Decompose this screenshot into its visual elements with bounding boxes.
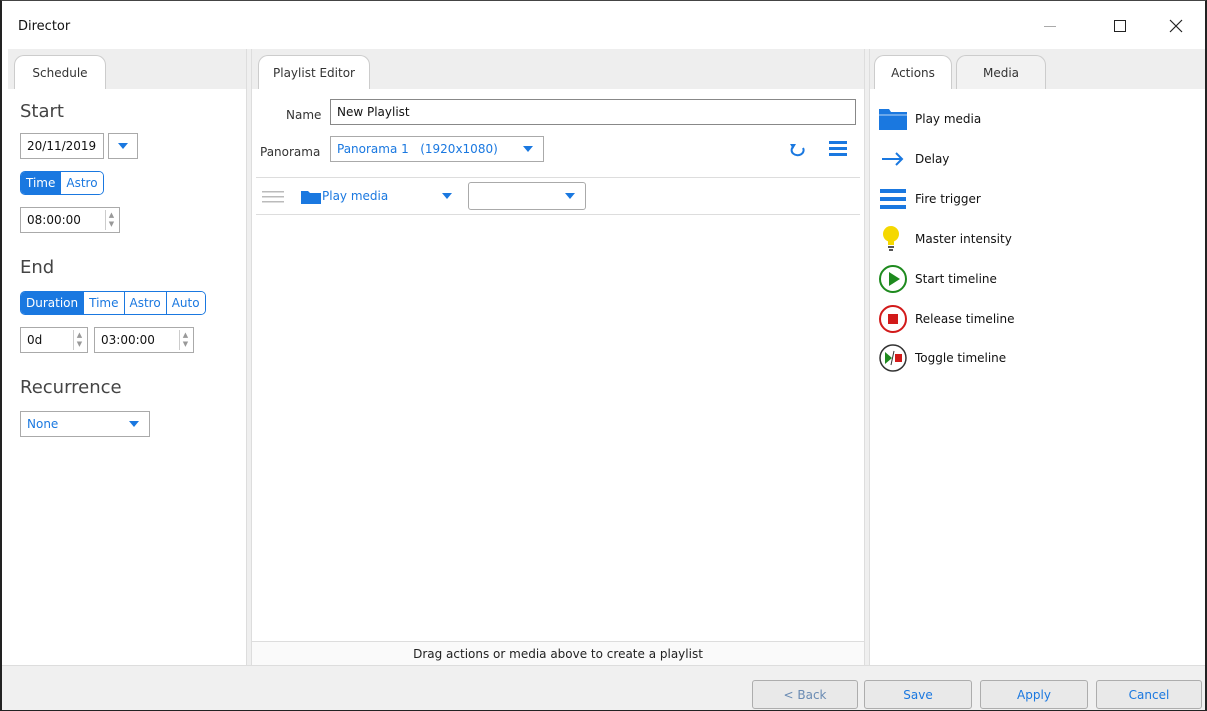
action-label: Release timeline xyxy=(915,312,1015,326)
action-fire-trigger[interactable]: Fire trigger xyxy=(878,183,981,215)
chevron-down-icon xyxy=(118,143,128,149)
start-mode-toggle: Time Astro xyxy=(20,171,104,195)
minimize-icon xyxy=(1044,26,1056,27)
action-label: Toggle timeline xyxy=(915,351,1007,365)
end-mode-duration[interactable]: Duration xyxy=(21,292,84,314)
action-master-intensity[interactable]: Master intensity xyxy=(878,223,1012,255)
dialog-footer: < Back Save Apply Cancel xyxy=(2,665,1205,710)
playlist-hint: Drag actions or media above to create a … xyxy=(413,646,703,661)
start-time-value: 08:00:00 xyxy=(27,213,81,227)
toggle-circle-icon xyxy=(878,343,908,373)
action-play-media[interactable]: Play media xyxy=(878,103,981,135)
play-circle-icon xyxy=(878,264,908,294)
start-mode-time[interactable]: Time xyxy=(21,172,61,194)
playlist-hint-bar: Drag actions or media above to create a … xyxy=(252,641,864,665)
folder-icon xyxy=(878,104,908,134)
end-mode-time[interactable]: Time xyxy=(83,292,124,314)
start-date-field[interactable]: 20/11/2019 xyxy=(20,133,104,159)
action-start-timeline[interactable]: Start timeline xyxy=(878,263,997,295)
action-label: Master intensity xyxy=(915,232,1012,246)
media-select[interactable] xyxy=(468,182,586,210)
chevron-down-icon xyxy=(565,193,575,199)
menu-button[interactable] xyxy=(828,139,850,159)
window-title: Director xyxy=(18,19,71,34)
tab-playlist-editor[interactable]: Playlist Editor xyxy=(258,55,370,89)
recurrence-heading: Recurrence xyxy=(20,377,122,398)
save-button[interactable]: Save xyxy=(864,680,972,709)
duration-days-field[interactable]: 0d ▲ ▼ xyxy=(20,327,88,353)
close-icon xyxy=(1169,19,1183,33)
start-time-field[interactable]: 08:00:00 ▲ ▼ xyxy=(20,207,120,233)
maximize-icon xyxy=(1114,20,1126,32)
splitter-right[interactable] xyxy=(864,49,870,665)
start-heading: Start xyxy=(20,101,64,122)
undo-button[interactable] xyxy=(788,141,810,159)
folder-icon xyxy=(301,191,321,204)
drag-handle-icon xyxy=(262,191,284,203)
tab-schedule[interactable]: Schedule xyxy=(14,55,106,89)
action-release-timeline[interactable]: Release timeline xyxy=(878,303,1014,335)
chevron-down-icon xyxy=(129,421,139,427)
action-label: Delay xyxy=(915,152,950,166)
duration-time-spinner[interactable]: ▲ ▼ xyxy=(179,330,191,350)
minimize-button[interactable] xyxy=(1030,11,1070,41)
actions-tabstrip: Actions Media xyxy=(870,49,1205,89)
schedule-panel: Start 20/11/2019 Time Astro 08:00:00 ▲ ▼ … xyxy=(8,89,246,665)
playlist-panel: Name New Playlist Panorama Panorama 1 (1… xyxy=(252,89,864,665)
duration-time-value: 03:00:00 xyxy=(101,333,155,347)
action-label: Play media xyxy=(915,112,982,126)
end-mode-toggle: Duration Time Astro Auto xyxy=(20,291,206,315)
hamburger-icon xyxy=(829,141,847,156)
panorama-select[interactable]: Panorama 1 (1920x1080) xyxy=(330,136,544,162)
start-mode-astro[interactable]: Astro xyxy=(60,172,103,194)
chevron-down-icon xyxy=(523,146,533,152)
start-time-spinner[interactable]: ▲ ▼ xyxy=(105,210,117,230)
tab-actions[interactable]: Actions xyxy=(874,55,952,89)
tab-media[interactable]: Media xyxy=(956,55,1046,89)
name-label: Name xyxy=(286,108,322,122)
playlist-name-input[interactable]: New Playlist xyxy=(330,99,856,125)
director-window: Director Schedule Start 20/11/2019 Time … xyxy=(0,0,1207,711)
action-label: Start timeline xyxy=(915,272,997,286)
end-heading: End xyxy=(20,257,55,278)
duration-days-value: 0d xyxy=(27,333,43,347)
recurrence-value: None xyxy=(27,417,59,431)
title-bar: Director xyxy=(2,1,1205,49)
arrow-right-icon xyxy=(878,144,908,174)
panorama-label: Panorama xyxy=(260,145,321,159)
start-date-dropdown[interactable] xyxy=(108,133,138,159)
end-mode-astro[interactable]: Astro xyxy=(123,292,166,314)
action-label: Fire trigger xyxy=(915,192,981,206)
action-delay[interactable]: Delay xyxy=(878,143,949,175)
action-dropdown-icon[interactable] xyxy=(442,193,452,199)
playlist-item-action: Play media xyxy=(322,189,389,203)
close-button[interactable] xyxy=(1156,11,1196,41)
stop-circle-icon xyxy=(878,304,908,334)
recurrence-select[interactable]: None xyxy=(20,411,150,437)
playlist-item[interactable]: Play media xyxy=(256,177,860,215)
lightbulb-icon xyxy=(878,224,908,254)
panorama-value: Panorama 1 (1920x1080) xyxy=(337,142,498,156)
apply-button[interactable]: Apply xyxy=(980,680,1088,709)
duration-time-field[interactable]: 03:00:00 ▲ ▼ xyxy=(94,327,194,353)
trigger-bars-icon xyxy=(878,184,908,214)
end-mode-auto[interactable]: Auto xyxy=(165,292,205,314)
schedule-tabstrip: Schedule xyxy=(8,49,246,89)
duration-days-spinner[interactable]: ▲ ▼ xyxy=(73,330,85,350)
undo-icon xyxy=(790,144,805,157)
maximize-button[interactable] xyxy=(1100,11,1140,41)
action-toggle-timeline[interactable]: Toggle timeline xyxy=(878,342,1006,374)
back-button[interactable]: < Back xyxy=(752,680,858,709)
playlist-tabstrip: Playlist Editor xyxy=(252,49,864,89)
cancel-button[interactable]: Cancel xyxy=(1096,680,1202,709)
